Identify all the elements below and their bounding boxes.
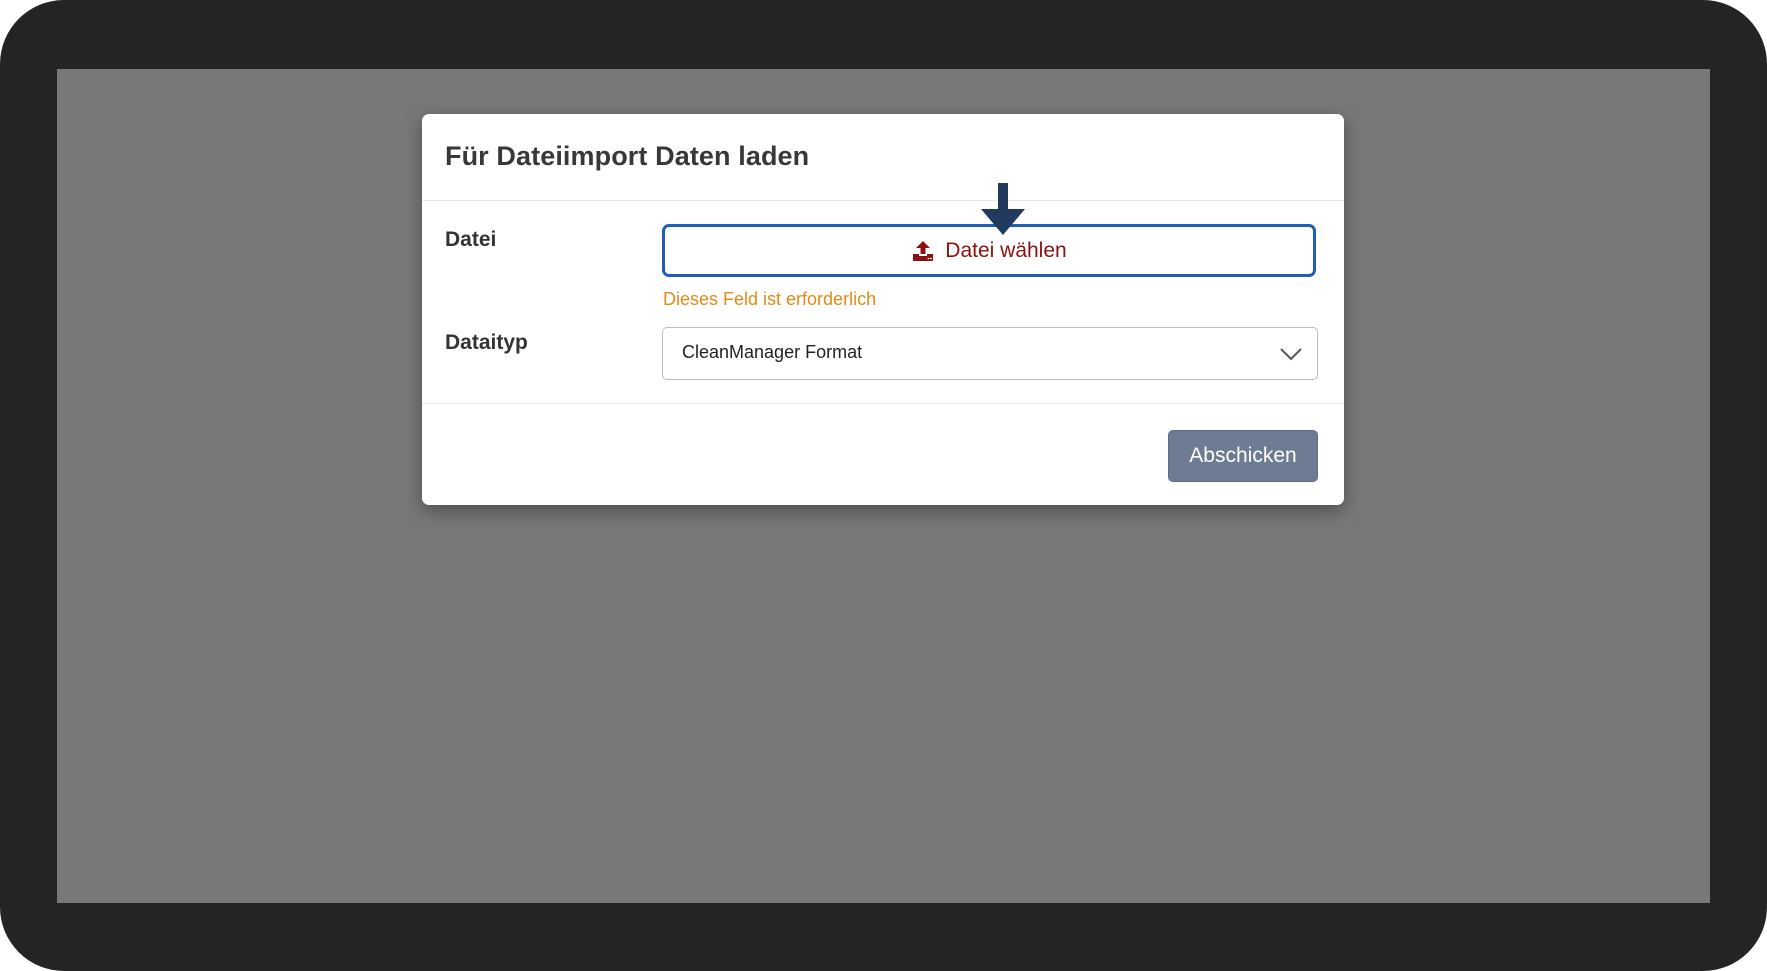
submit-button[interactable]: Abschicken xyxy=(1168,430,1318,482)
device-frame: Für Dateiimport Daten laden Datei Datei … xyxy=(0,0,1767,971)
chevron-down-icon xyxy=(1280,348,1302,361)
upload-icon xyxy=(913,240,934,261)
file-type-label: Dataityp xyxy=(445,331,528,354)
file-label: Datei xyxy=(445,228,497,251)
file-type-selected-value: CleanManager Format xyxy=(682,342,863,362)
choose-file-label: Datei wählen xyxy=(945,238,1067,262)
import-dialog: Für Dateiimport Daten laden Datei Datei … xyxy=(422,114,1344,505)
dialog-title: Für Dateiimport Daten laden xyxy=(445,141,810,171)
file-type-select[interactable]: CleanManager Format xyxy=(662,327,1318,380)
screen-overlay: Für Dateiimport Daten laden Datei Datei … xyxy=(57,69,1710,903)
dialog-header: Für Dateiimport Daten laden xyxy=(422,114,1344,201)
required-error-message: Dieses Feld ist erforderlich xyxy=(663,289,877,309)
dialog-body: Datei Datei wählen Dieses Feld ist erfor… xyxy=(422,201,1344,404)
pointer-arrow-icon xyxy=(981,183,1025,235)
